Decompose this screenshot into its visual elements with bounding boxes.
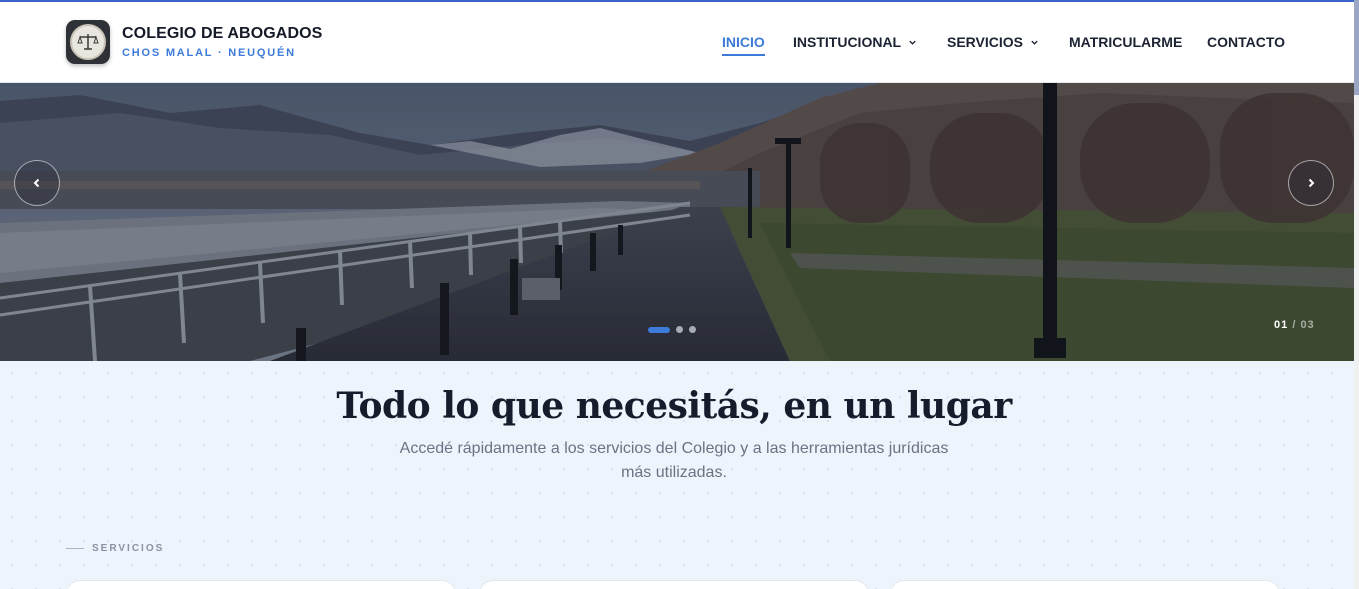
- page-scrollbar[interactable]: [1354, 0, 1359, 589]
- carousel-dot-1[interactable]: [648, 326, 670, 333]
- chevron-left-icon: [33, 178, 40, 188]
- chevron-down-icon: [1031, 40, 1038, 45]
- nav-item-label: INSTITUCIONAL: [793, 34, 902, 50]
- logo[interactable]: [66, 20, 110, 64]
- carousel-next-button[interactable]: [1288, 160, 1334, 206]
- eyebrow-label: SERVICIOS: [92, 543, 165, 554]
- slide-counter-total: 03: [1300, 319, 1315, 331]
- nav-item-label: MATRICULARME: [1069, 34, 1183, 50]
- active-nav-underline: [722, 54, 765, 56]
- section-headline: Todo lo que necesitás, en un lugar: [336, 385, 1012, 427]
- quick-access-section: Todo lo que necesitás, en un lugar Acced…: [0, 361, 1354, 589]
- nav-item-label: CONTACTO: [1207, 34, 1286, 50]
- services-eyebrow: SERVICIOS: [66, 543, 164, 554]
- scrollbar-thumb[interactable]: [1354, 0, 1359, 95]
- carousel-dots: [648, 326, 696, 333]
- section-subtitle: Accedé rápidamente a los servicios del C…: [399, 440, 949, 481]
- scales-of-justice-icon: [70, 24, 106, 60]
- nav-item-inicio[interactable]: INICIO: [722, 34, 765, 56]
- chevron-down-icon: [909, 40, 916, 45]
- site-header: COLEGIO DE ABOGADOS CHOS MALAL · NEUQUÉN…: [0, 2, 1354, 83]
- brand-title[interactable]: COLEGIO DE ABOGADOS: [122, 25, 322, 43]
- service-card[interactable]: [479, 580, 869, 589]
- nav-item-label: INICIO: [722, 34, 765, 50]
- slide-counter: 01 / 03: [1274, 319, 1315, 331]
- nav-item-contacto[interactable]: CONTACTO: [1207, 34, 1285, 50]
- service-card[interactable]: [66, 580, 456, 589]
- carousel-dot-3[interactable]: [689, 326, 696, 333]
- hero-slide-image: [0, 83, 1354, 361]
- nav-item-label: SERVICIOS: [947, 34, 1023, 50]
- nav-item-servicios[interactable]: SERVICIOS: [947, 34, 1039, 50]
- nav-item-matricularme[interactable]: MATRICULARME: [1069, 34, 1182, 50]
- chevron-right-icon: [1308, 178, 1315, 188]
- carousel-prev-button[interactable]: [14, 160, 60, 206]
- carousel-dot-2[interactable]: [676, 326, 683, 333]
- slide-counter-current: 01: [1274, 319, 1289, 331]
- eyebrow-divider: [66, 548, 84, 549]
- brand-subtitle: CHOS MALAL · NEUQUÉN: [122, 47, 296, 59]
- slide-counter-separator: /: [1292, 319, 1297, 331]
- hero-carousel: 01 / 03: [0, 83, 1354, 361]
- service-card[interactable]: [890, 580, 1280, 589]
- nav-item-institucional[interactable]: INSTITUCIONAL: [793, 34, 917, 50]
